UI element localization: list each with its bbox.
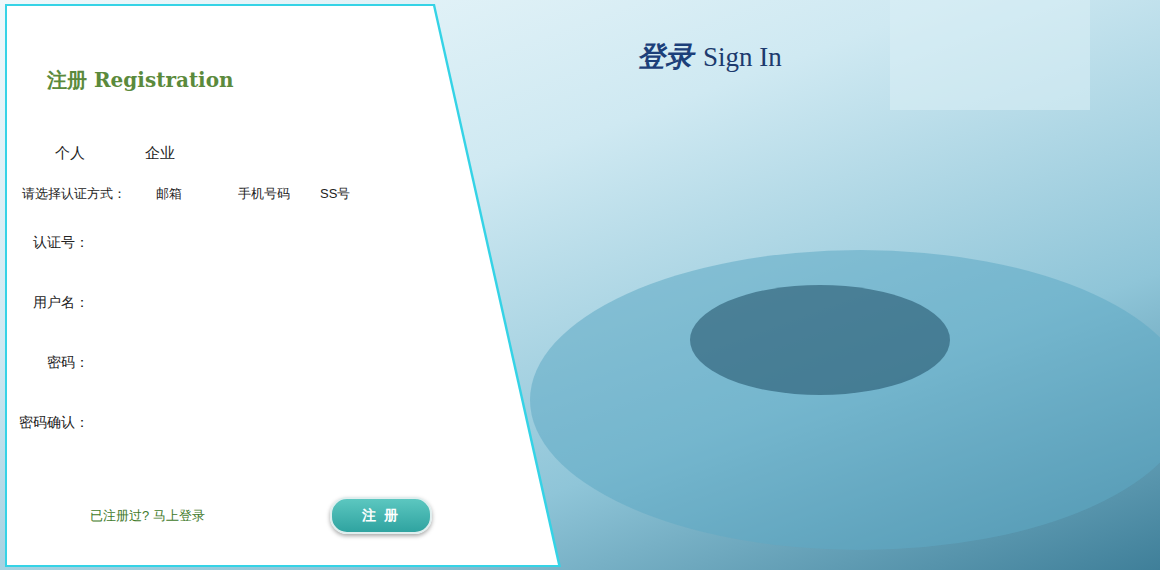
verification-methods: 请选择认证方式： 邮箱 手机号码 SS号 [7, 184, 559, 204]
registration-title: 注册 Registration [47, 66, 559, 94]
field-label: 认证号： [7, 232, 89, 253]
form-field: 密码： [7, 332, 559, 392]
sign-in-title-en[interactable]: Sign In [703, 42, 782, 72]
field-label: 密码： [7, 352, 89, 373]
field-input[interactable] [89, 227, 349, 258]
account-type-tabs: 个人 企业 [7, 143, 559, 163]
account-type-tab[interactable]: 个人 [55, 143, 85, 163]
method-option[interactable]: 手机号码 [238, 184, 290, 204]
field-input[interactable] [89, 407, 349, 438]
method-option[interactable]: 邮箱 [156, 184, 208, 204]
sign-in-title[interactable]: 登录 Sign In [637, 36, 1160, 78]
field-label: 密码确认： [7, 412, 89, 433]
registration-form: 注册 Registration 个人 企业请选择认证方式： 邮箱 手机号码 SS号认证号：… [7, 6, 559, 565]
field-label: 用户名： [7, 292, 89, 313]
sign-in-area: 登录 Sign In [561, 0, 1160, 570]
form-field: 密码确认： [7, 392, 559, 452]
form-actions: 已注册过? 马上登录 注 册 [7, 497, 559, 534]
field-input[interactable] [89, 287, 349, 318]
login-link[interactable]: 已注册过? 马上登录 [90, 506, 240, 526]
account-type-tab[interactable]: 企业 [145, 143, 175, 163]
registration-panel: 注册 Registration 个人 企业请选择认证方式： 邮箱 手机号码 SS号认证号：… [5, 4, 561, 567]
method-option[interactable]: SS号 [320, 184, 372, 204]
field-input[interactable] [89, 347, 349, 378]
form-field: 用户名： [7, 272, 559, 332]
form-field: 认证号： [7, 212, 559, 272]
register-button[interactable]: 注 册 [330, 497, 432, 534]
form-fields: 认证号： 用户名： 密码： 密码确认： [7, 212, 559, 452]
method-prompt: 请选择认证方式： [22, 184, 126, 204]
sign-in-title-cn[interactable]: 登录 [637, 40, 693, 73]
